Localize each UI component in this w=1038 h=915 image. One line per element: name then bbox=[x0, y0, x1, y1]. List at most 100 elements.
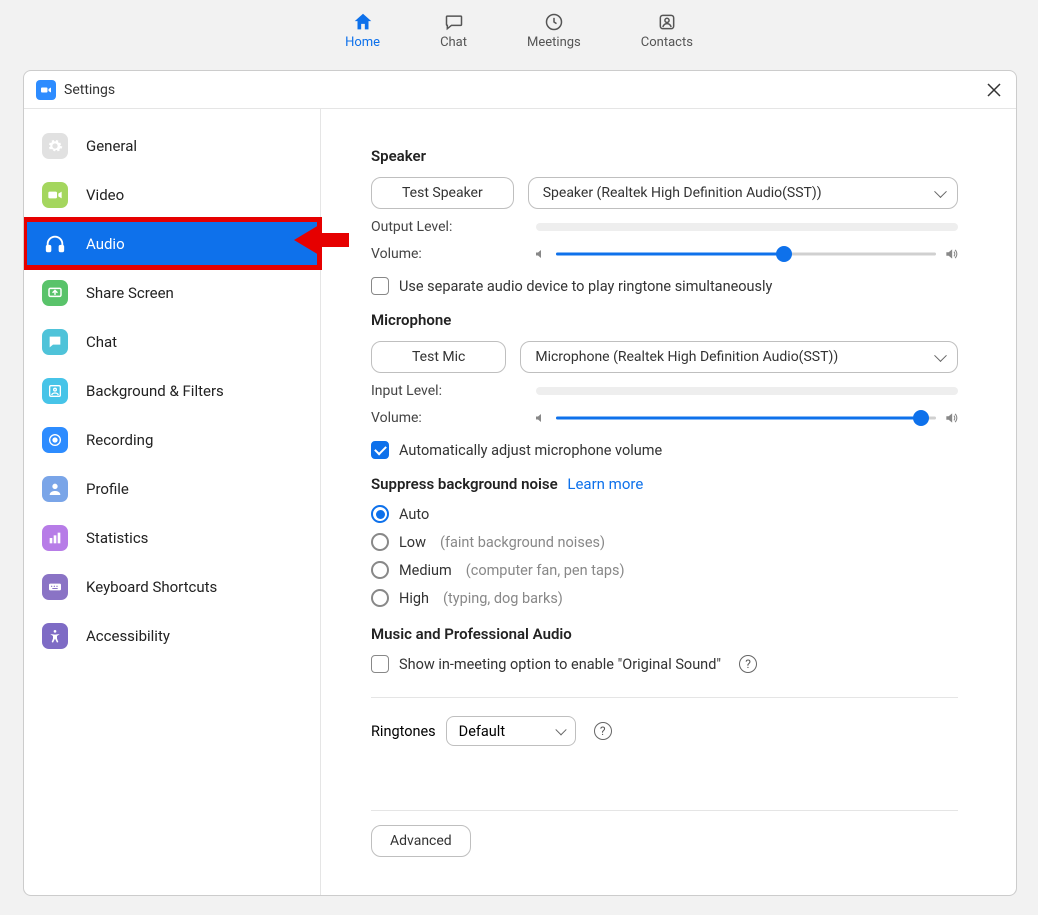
speaker-volume-label: Volume: bbox=[371, 246, 526, 262]
cutoff-row bbox=[371, 746, 958, 786]
mic-volume-label: Volume: bbox=[371, 410, 526, 426]
test-speaker-button[interactable]: Test Speaker bbox=[371, 177, 514, 209]
speaker-loud-icon bbox=[944, 247, 958, 261]
auto-adjust-mic-checkbox[interactable] bbox=[371, 441, 389, 459]
sidebar-item-background[interactable]: Background & Filters bbox=[24, 366, 320, 415]
window-title: Settings bbox=[64, 82, 984, 98]
main-nav: Home Chat Meetings Contacts bbox=[0, 0, 1038, 60]
help-icon[interactable]: ? bbox=[739, 655, 757, 673]
sidebar-item-label: Accessibility bbox=[86, 627, 170, 645]
sidebar-item-label: Audio bbox=[86, 235, 125, 253]
sidebar-item-share-screen[interactable]: Share Screen bbox=[24, 268, 320, 317]
close-button[interactable] bbox=[984, 80, 1004, 100]
noise-radio-auto[interactable] bbox=[371, 505, 389, 523]
sidebar-item-chat[interactable]: Chat bbox=[24, 317, 320, 366]
sidebar-item-label: Profile bbox=[86, 480, 129, 498]
speaker-select-value: Speaker (Realtek High Definition Audio(S… bbox=[543, 185, 822, 201]
nav-meetings-label: Meetings bbox=[527, 35, 581, 50]
ringtones-label: Ringtones bbox=[371, 723, 436, 740]
settings-scroll[interactable]: Speaker Test Speaker Speaker (Realtek Hi… bbox=[321, 109, 1008, 895]
accessibility-icon bbox=[42, 623, 68, 649]
sidebar-item-video[interactable]: Video bbox=[24, 170, 320, 219]
settings-sidebar: General Video Audio Share Screen bbox=[24, 109, 321, 895]
input-level-meter bbox=[536, 387, 958, 395]
sidebar-item-label: Recording bbox=[86, 431, 153, 449]
noise-hint: (faint background noises) bbox=[440, 534, 605, 551]
mic-volume-slider[interactable] bbox=[556, 409, 936, 427]
home-icon bbox=[352, 11, 374, 33]
sidebar-item-keyboard[interactable]: Keyboard Shortcuts bbox=[24, 562, 320, 611]
sidebar-item-label: Background & Filters bbox=[86, 382, 224, 400]
nav-contacts[interactable]: Contacts bbox=[641, 11, 693, 50]
nav-contacts-label: Contacts bbox=[641, 35, 693, 50]
original-sound-label: Show in-meeting option to enable "Origin… bbox=[399, 656, 721, 673]
settings-content: Speaker Test Speaker Speaker (Realtek Hi… bbox=[321, 109, 1016, 895]
suppress-noise-heading: Suppress background noise bbox=[371, 475, 558, 493]
ringtones-select[interactable]: Default bbox=[446, 716, 576, 746]
noise-radio-high[interactable] bbox=[371, 589, 389, 607]
noise-hint: (typing, dog barks) bbox=[443, 590, 563, 607]
noise-label: Auto bbox=[399, 506, 429, 523]
separate-ringtone-label: Use separate audio device to play ringto… bbox=[399, 278, 772, 295]
zoom-logo-icon bbox=[36, 80, 56, 100]
nav-chat-label: Chat bbox=[440, 35, 467, 50]
titlebar: Settings bbox=[24, 71, 1016, 109]
auto-adjust-mic-label: Automatically adjust microphone volume bbox=[399, 442, 662, 459]
sidebar-item-statistics[interactable]: Statistics bbox=[24, 513, 320, 562]
sidebar-item-label: Keyboard Shortcuts bbox=[86, 578, 217, 596]
speaker-heading: Speaker bbox=[371, 147, 958, 165]
sidebar-item-general[interactable]: General bbox=[24, 121, 320, 170]
statistics-icon bbox=[42, 525, 68, 551]
input-level-label: Input Level: bbox=[371, 383, 536, 399]
sidebar-item-label: Share Screen bbox=[86, 284, 174, 302]
speaker-mute-icon bbox=[534, 247, 548, 261]
sidebar-item-label: Chat bbox=[86, 333, 117, 351]
sidebar-item-label: General bbox=[86, 137, 137, 155]
contacts-icon bbox=[656, 11, 678, 33]
speaker-loud-icon bbox=[944, 411, 958, 425]
speaker-select[interactable]: Speaker (Realtek High Definition Audio(S… bbox=[528, 177, 958, 209]
nav-meetings[interactable]: Meetings bbox=[527, 11, 581, 50]
clock-icon bbox=[543, 11, 565, 33]
divider bbox=[371, 697, 958, 698]
output-level-meter bbox=[536, 223, 958, 231]
chat-bubble-icon bbox=[443, 11, 465, 33]
noise-label: High bbox=[399, 590, 429, 607]
sidebar-item-accessibility[interactable]: Accessibility bbox=[24, 611, 320, 660]
mic-select[interactable]: Microphone (Realtek High Definition Audi… bbox=[520, 341, 958, 373]
speaker-mute-icon bbox=[534, 411, 548, 425]
nav-home[interactable]: Home bbox=[345, 11, 380, 50]
background-filter-icon bbox=[42, 378, 68, 404]
mic-select-value: Microphone (Realtek High Definition Audi… bbox=[535, 349, 838, 365]
speaker-volume-slider[interactable] bbox=[556, 245, 936, 263]
sidebar-item-profile[interactable]: Profile bbox=[24, 464, 320, 513]
ringtones-value: Default bbox=[459, 723, 505, 740]
profile-icon bbox=[42, 476, 68, 502]
test-mic-button[interactable]: Test Mic bbox=[371, 341, 506, 373]
share-screen-icon bbox=[42, 280, 68, 306]
advanced-button[interactable]: Advanced bbox=[371, 825, 471, 857]
noise-label: Medium bbox=[399, 562, 452, 579]
video-icon bbox=[42, 182, 68, 208]
settings-window: Settings General Video bbox=[23, 70, 1017, 896]
music-heading: Music and Professional Audio bbox=[371, 625, 958, 643]
chat-icon bbox=[42, 329, 68, 355]
noise-radio-low[interactable] bbox=[371, 533, 389, 551]
nav-chat[interactable]: Chat bbox=[440, 11, 467, 50]
record-icon bbox=[42, 427, 68, 453]
keyboard-icon bbox=[42, 574, 68, 600]
sidebar-item-recording[interactable]: Recording bbox=[24, 415, 320, 464]
sidebar-item-audio[interactable]: Audio bbox=[24, 219, 320, 268]
noise-radio-medium[interactable] bbox=[371, 561, 389, 579]
original-sound-checkbox[interactable] bbox=[371, 655, 389, 673]
sidebar-item-label: Video bbox=[86, 186, 124, 204]
separate-ringtone-checkbox[interactable] bbox=[371, 277, 389, 295]
help-icon[interactable]: ? bbox=[594, 722, 612, 740]
gear-icon bbox=[42, 133, 68, 159]
output-level-label: Output Level: bbox=[371, 219, 536, 235]
nav-home-label: Home bbox=[345, 35, 380, 50]
mic-heading: Microphone bbox=[371, 311, 958, 329]
headphones-icon bbox=[42, 231, 68, 257]
suppress-learn-more-link[interactable]: Learn more bbox=[567, 475, 643, 493]
noise-label: Low bbox=[399, 534, 426, 551]
